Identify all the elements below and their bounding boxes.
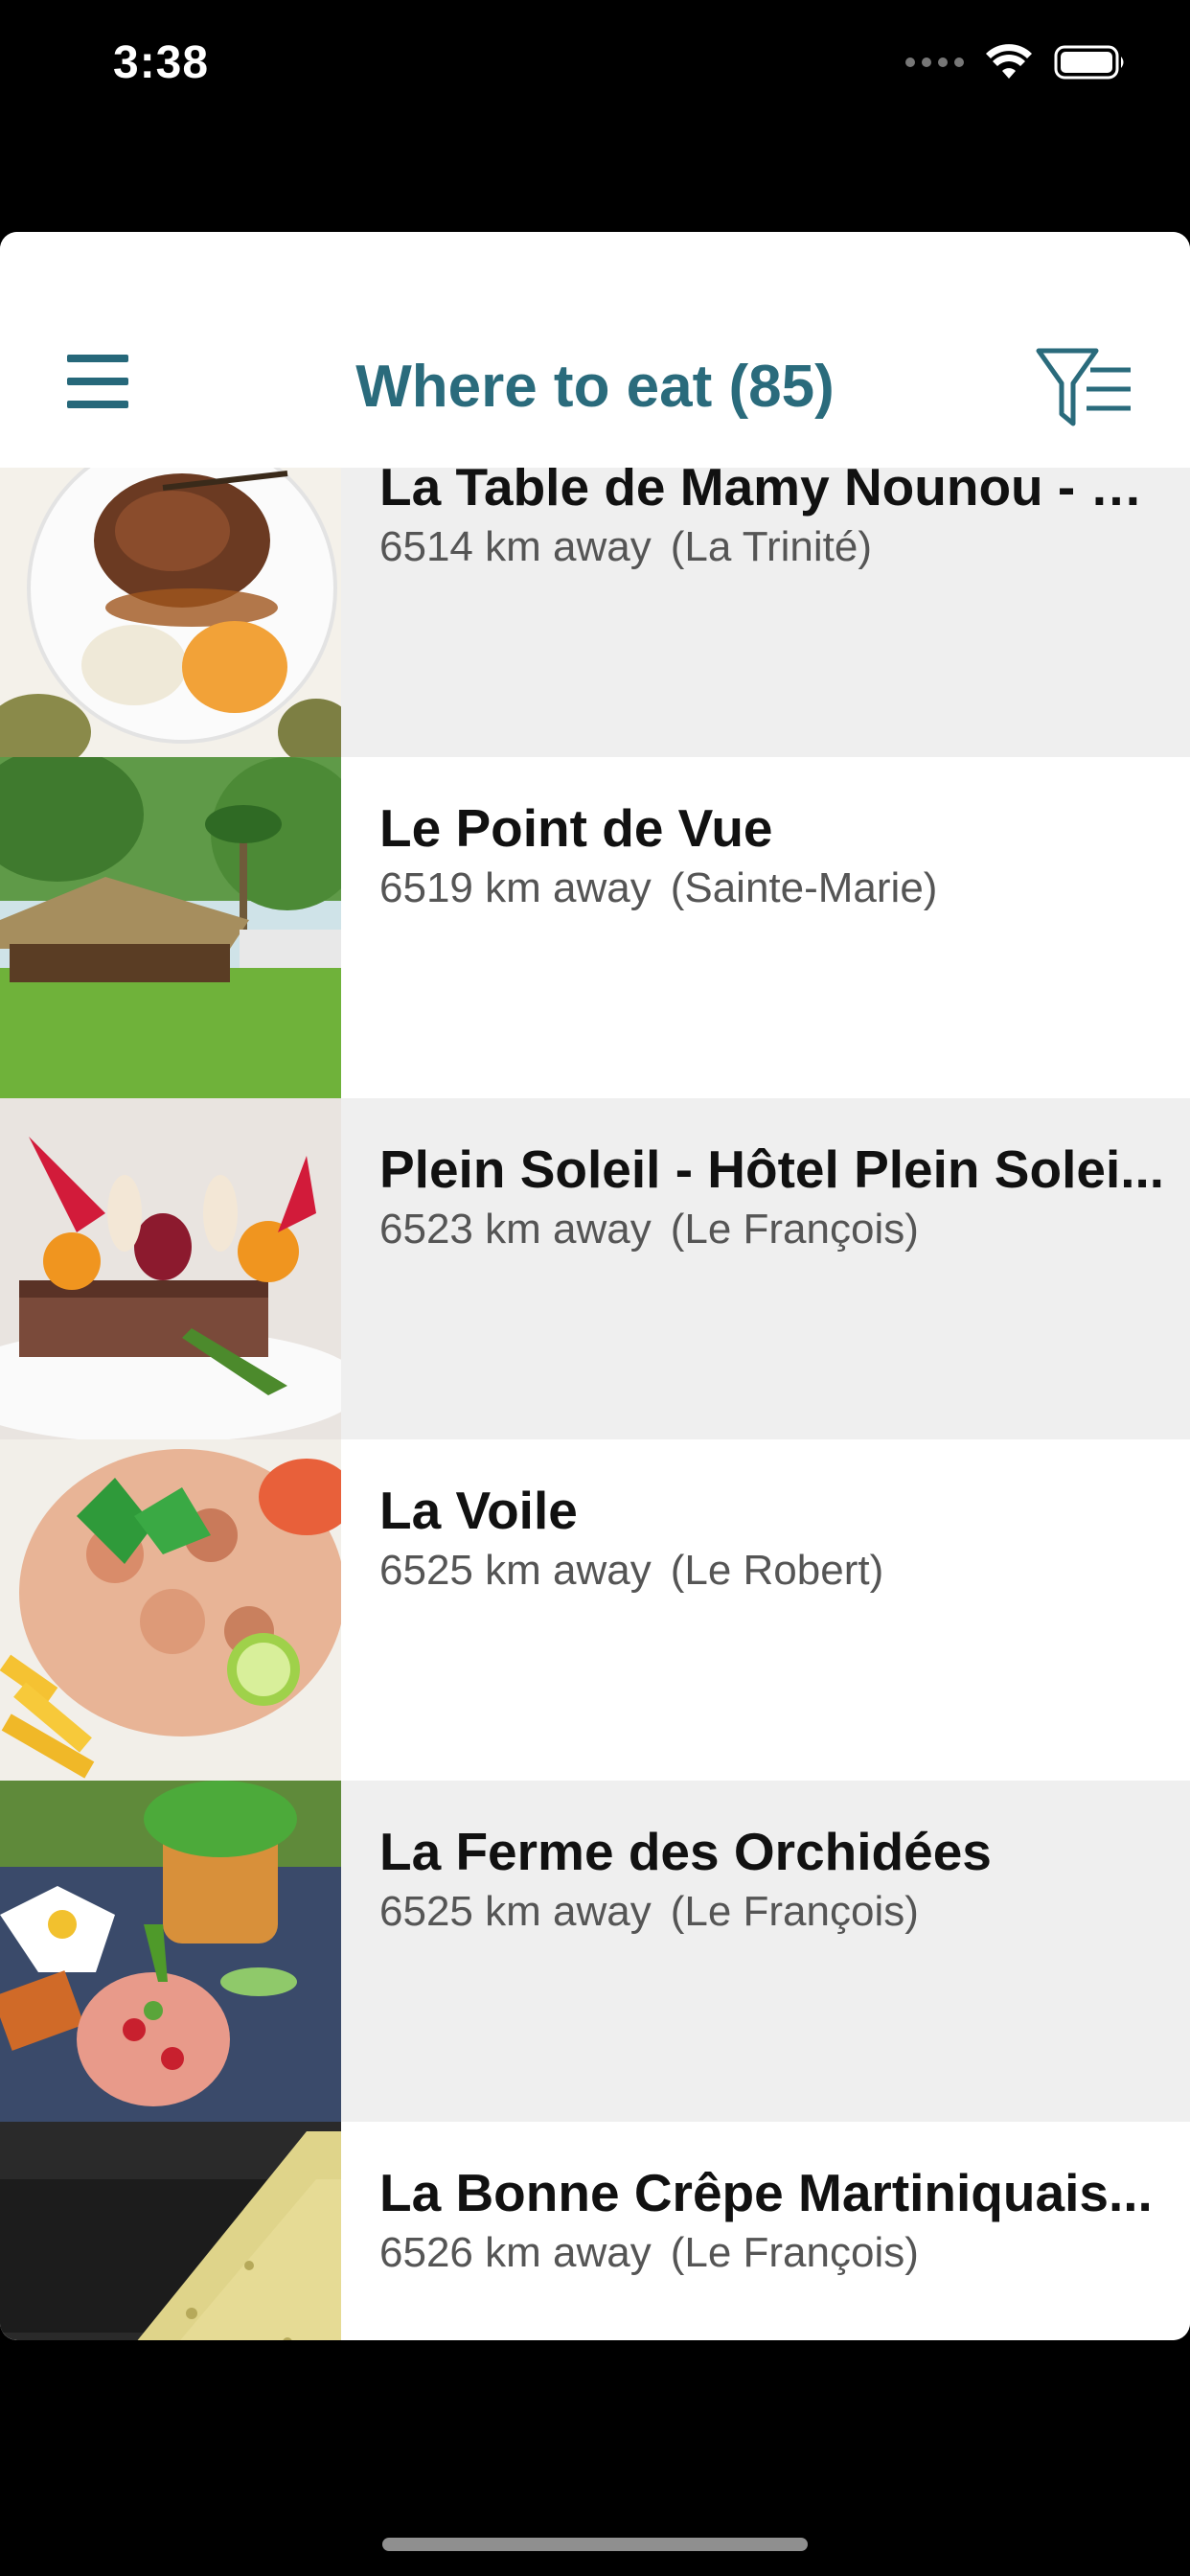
gourmet-dish-photo	[0, 1098, 341, 1439]
content-card: Where to eat (85) La Table de Mamy Nouno…	[0, 232, 1190, 2340]
restaurant-name: Le Point de Vue	[379, 798, 773, 858]
status-bar: 3:38	[0, 0, 1190, 134]
list-item[interactable]: La Ferme des Orchidées 6525 km away (Le F…	[0, 1781, 1190, 2124]
restaurant-name: La Voile	[379, 1481, 578, 1540]
wifi-icon	[986, 44, 1032, 79]
restaurant-list[interactable]: La Table de Mamy Nounou - H... 6514 km a…	[0, 468, 1190, 2340]
restaurant-distance: 6525 km away	[379, 1547, 652, 1594]
list-item[interactable]: Le Point de Vue 6519 km away (Sainte-Mari…	[0, 757, 1190, 1100]
list-item[interactable]: La Table de Mamy Nounou - H... 6514 km a…	[0, 468, 1190, 759]
restaurant-location: (La Trinité)	[670, 523, 872, 570]
thatched-hut-garden-photo	[0, 757, 341, 1098]
restaurant-location: (Le François)	[670, 1206, 919, 1253]
battery-icon	[1054, 45, 1124, 80]
restaurant-distance: 6523 km away	[379, 1206, 652, 1253]
tartare-with-fries-photo	[0, 1439, 341, 1781]
list-item[interactable]: La Bonne Crêpe Martiniquais... 6526 km a…	[0, 2122, 1190, 2340]
restaurant-location: (Le Robert)	[670, 1547, 884, 1594]
restaurant-meta: 6523 km away (Le François)	[379, 1206, 1167, 1254]
navigation-bar: Where to eat (85)	[0, 232, 1190, 470]
tropical-plate-flower-photo	[0, 1781, 341, 2122]
crepe-photo	[0, 2122, 341, 2340]
list-item[interactable]: Plein Soleil - Hôtel Plein Solei... 6523…	[0, 1098, 1190, 1441]
status-time: 3:38	[113, 37, 210, 88]
restaurant-location: (Sainte-Marie)	[670, 864, 938, 911]
screen: 3:38 Where to eat (85) La Table de Mamy …	[0, 0, 1190, 2576]
list-item[interactable]: La Voile 6525 km away (Le Robert)	[0, 1439, 1190, 1782]
restaurant-name: Plein Soleil - Hôtel Plein Solei...	[379, 1139, 1165, 1199]
restaurant-location: (Le François)	[670, 2229, 919, 2276]
restaurant-name: La Ferme des Orchidées	[379, 1822, 992, 1881]
plated-meat-photo	[0, 468, 341, 757]
restaurant-meta: 6526 km away (Le François)	[379, 2229, 1167, 2277]
restaurant-meta: 6519 km away (Sainte-Marie)	[379, 864, 1167, 912]
restaurant-meta: 6514 km away (La Trinité)	[379, 523, 1167, 571]
page-title: Where to eat (85)	[355, 354, 835, 420]
restaurant-meta: 6525 km away (Le François)	[379, 1888, 1167, 1936]
restaurant-location: (Le François)	[670, 1888, 919, 1935]
restaurant-distance: 6514 km away	[379, 523, 652, 570]
signal-icon	[905, 58, 964, 67]
restaurant-meta: 6525 km away (Le Robert)	[379, 1547, 1167, 1595]
status-icons	[905, 44, 1127, 80]
restaurant-distance: 6526 km away	[379, 2229, 652, 2276]
restaurant-distance: 6525 km away	[379, 1888, 652, 1935]
restaurant-name: La Bonne Crêpe Martiniquais...	[379, 2163, 1153, 2222]
filter-list-icon[interactable]	[1035, 345, 1134, 431]
home-indicator[interactable]	[382, 2538, 808, 2551]
restaurant-name: La Table de Mamy Nounou - H...	[379, 468, 1167, 517]
restaurant-distance: 6519 km away	[379, 864, 652, 911]
